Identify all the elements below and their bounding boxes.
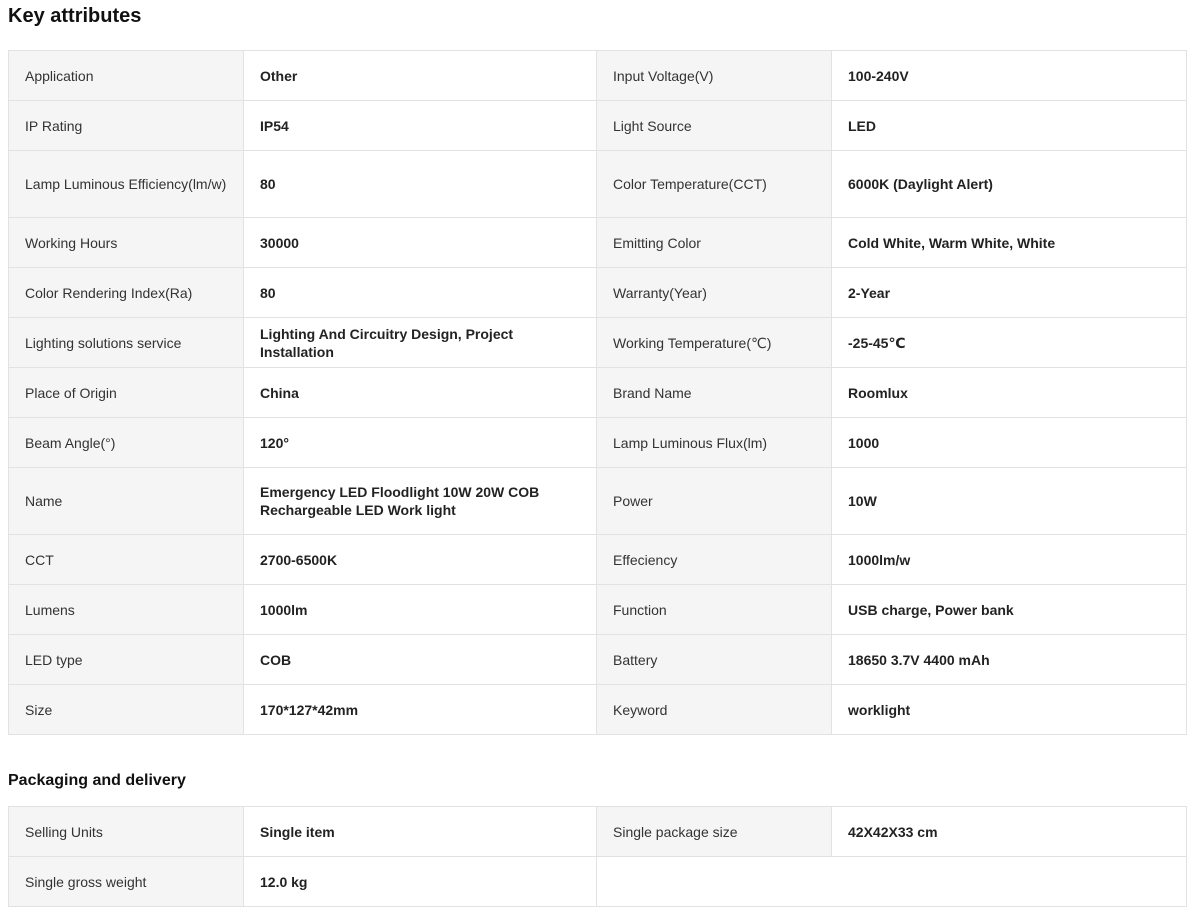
attribute-value: 1000 — [831, 417, 1187, 468]
attribute-value: Other — [243, 50, 597, 101]
attribute-label: Selling Units — [8, 806, 244, 857]
attribute-label: Emitting Color — [596, 217, 832, 268]
table-row: Working Hours 30000 Emitting Color Cold … — [8, 217, 1187, 268]
attribute-value: 6000K (Daylight Alert) — [831, 150, 1187, 218]
attribute-label: Input Voltage(V) — [596, 50, 832, 101]
attribute-value: -25-45℃ — [831, 317, 1187, 368]
attribute-value: Lighting And Circuitry Design, Project I… — [243, 317, 597, 368]
attribute-value: China — [243, 367, 597, 418]
attribute-label: Application — [8, 50, 244, 101]
attribute-value: 30000 — [243, 217, 597, 268]
attribute-label: Single package size — [596, 806, 832, 857]
table-row: Single gross weight 12.0 kg — [8, 856, 1187, 907]
attribute-label: Lighting solutions service — [8, 317, 244, 368]
table-row: IP Rating IP54 Light Source LED — [8, 100, 1187, 151]
table-row: Application Other Input Voltage(V) 100-2… — [8, 50, 1187, 101]
packaging-delivery-table: Selling Units Single item Single package… — [8, 806, 1187, 907]
attribute-label: Light Source — [596, 100, 832, 151]
packaging-delivery-title: Packaging and delivery — [8, 772, 186, 789]
key-attributes-title: Key attributes — [8, 5, 142, 27]
attribute-value: 1000lm/w — [831, 534, 1187, 585]
attribute-label: Place of Origin — [8, 367, 244, 418]
attribute-label: CCT — [8, 534, 244, 585]
table-row: Lamp Luminous Efficiency(lm/w) 80 Color … — [8, 150, 1187, 218]
table-row: LED type COB Battery 18650 3.7V 4400 mAh — [8, 634, 1187, 685]
attribute-value: worklight — [831, 684, 1187, 735]
attribute-value: 2-Year — [831, 267, 1187, 318]
key-attributes-table: Application Other Input Voltage(V) 100-2… — [8, 50, 1187, 735]
attribute-label: Lumens — [8, 584, 244, 635]
table-row: Lighting solutions service Lighting And … — [8, 317, 1187, 368]
attribute-label: Brand Name — [596, 367, 832, 418]
attribute-label: Effeciency — [596, 534, 832, 585]
table-row: Beam Angle(°) 120° Lamp Luminous Flux(lm… — [8, 417, 1187, 468]
attribute-value: 2700-6500K — [243, 534, 597, 585]
table-row: CCT 2700-6500K Effeciency 1000lm/w — [8, 534, 1187, 585]
attribute-value: 120° — [243, 417, 597, 468]
attribute-label: Power — [596, 467, 832, 535]
attribute-value: COB — [243, 634, 597, 685]
attribute-label: Warranty(Year) — [596, 267, 832, 318]
table-row: Size 170*127*42mm Keyword worklight — [8, 684, 1187, 735]
attribute-label: Battery — [596, 634, 832, 685]
attribute-value: USB charge, Power bank — [831, 584, 1187, 635]
attribute-value: 80 — [243, 267, 597, 318]
attribute-label: Color Temperature(CCT) — [596, 150, 832, 218]
attribute-label: Working Temperature(℃) — [596, 317, 832, 368]
attribute-value: 12.0 kg — [243, 856, 597, 907]
attribute-value: Roomlux — [831, 367, 1187, 418]
attribute-label: Working Hours — [8, 217, 244, 268]
attribute-label: Function — [596, 584, 832, 635]
attribute-value: LED — [831, 100, 1187, 151]
table-row: Place of Origin China Brand Name Roomlux — [8, 367, 1187, 418]
attribute-label: Single gross weight — [8, 856, 244, 907]
attribute-value: Single item — [243, 806, 597, 857]
empty-cell — [596, 856, 1187, 907]
attribute-value: 170*127*42mm — [243, 684, 597, 735]
attribute-label: Size — [8, 684, 244, 735]
attribute-value: 80 — [243, 150, 597, 218]
attribute-label: Keyword — [596, 684, 832, 735]
attribute-value: 1000lm — [243, 584, 597, 635]
attribute-label: Lamp Luminous Efficiency(lm/w) — [8, 150, 244, 218]
table-row: Selling Units Single item Single package… — [8, 806, 1187, 857]
table-row: Lumens 1000lm Function USB charge, Power… — [8, 584, 1187, 635]
table-row: Color Rendering Index(Ra) 80 Warranty(Ye… — [8, 267, 1187, 318]
attribute-label: IP Rating — [8, 100, 244, 151]
attribute-value: 42X42X33 cm — [831, 806, 1187, 857]
attribute-value: IP54 — [243, 100, 597, 151]
attribute-value: 18650 3.7V 4400 mAh — [831, 634, 1187, 685]
attribute-value: 100-240V — [831, 50, 1187, 101]
attribute-label: LED type — [8, 634, 244, 685]
attribute-label: Name — [8, 467, 244, 535]
attribute-value: Emergency LED Floodlight 10W 20W COB Rec… — [243, 467, 597, 535]
attribute-label: Beam Angle(°) — [8, 417, 244, 468]
table-row: Name Emergency LED Floodlight 10W 20W CO… — [8, 467, 1187, 535]
attribute-value: Cold White, Warm White, White — [831, 217, 1187, 268]
attribute-label: Color Rendering Index(Ra) — [8, 267, 244, 318]
attribute-label: Lamp Luminous Flux(lm) — [596, 417, 832, 468]
attribute-value: 10W — [831, 467, 1187, 535]
